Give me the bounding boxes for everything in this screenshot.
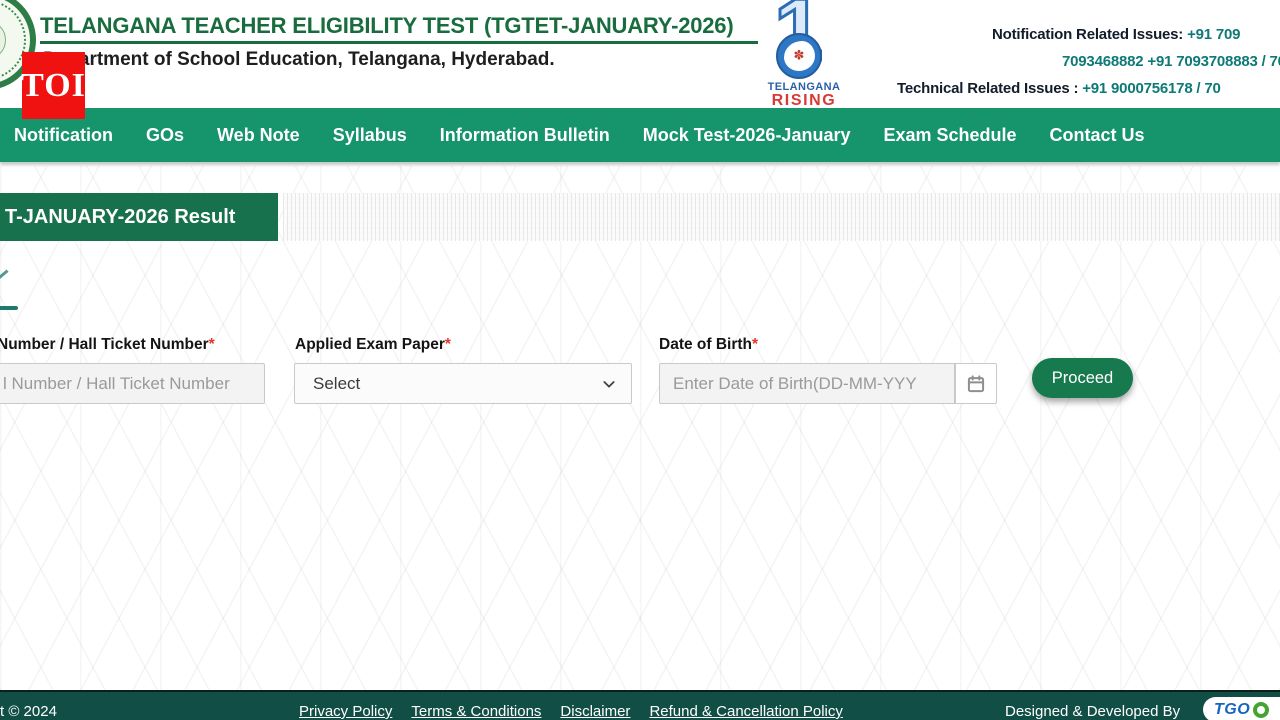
tgtet-result-page: TELANGANA TEACHER ELIGIBILITY TEST (TGTE… — [0, 0, 1280, 720]
page-title: TELANGANA TEACHER ELIGIBILITY TEST (TGTE… — [40, 13, 733, 39]
contact-line-numbers: 7093468882 +91 7093708883 / 709 — [1062, 53, 1280, 70]
result-banner: T-JANUARY-2026 Result — [0, 193, 278, 241]
nav-item-exam-schedule[interactable]: Exam Schedule — [883, 125, 1016, 146]
dob-label-text: Date of Birth — [659, 336, 752, 353]
contact-phone: +91 709 — [1183, 26, 1240, 43]
footer-link-disclaimer[interactable]: Disclaimer — [560, 703, 630, 720]
page-subtitle: Department of School Education, Telangan… — [43, 49, 555, 71]
nav-item-contact-us[interactable]: Contact Us — [1050, 125, 1145, 146]
contact-phone: 7093468882 +91 7093708883 / 709 — [1062, 53, 1280, 70]
proceed-button[interactable]: Proceed — [1032, 358, 1133, 398]
contact-label: Notification Related Issues: — [992, 26, 1183, 43]
exam-paper-label-text: Applied Exam Paper — [295, 336, 445, 353]
exam-paper-label: Applied Exam Paper* — [295, 336, 451, 354]
header: TELANGANA TEACHER ELIGIBILITY TEST (TGTE… — [0, 0, 1280, 108]
hall-ticket-input[interactable] — [0, 363, 265, 404]
hall-ticket-label: Number / Hall Ticket Number* — [0, 336, 215, 354]
exam-paper-selected-value: Select — [313, 374, 601, 394]
required-asterisk: * — [209, 336, 215, 353]
nav-item-web-note[interactable]: Web Note — [217, 125, 300, 146]
exam-paper-select[interactable]: Select — [294, 363, 632, 404]
hall-ticket-label-text: Number / Hall Ticket Number — [0, 336, 209, 353]
nav-item-information-bulletin[interactable]: Information Bulletin — [440, 125, 610, 146]
footer-link-terms-conditions[interactable]: Terms & Conditions — [411, 703, 541, 720]
tgo-ring-icon — [1253, 702, 1269, 718]
contact-phone: +91 9000756178 / 70 — [1078, 80, 1220, 97]
required-asterisk: * — [445, 336, 451, 353]
contact-line-notification: Notification Related Issues: +91 709 — [992, 26, 1240, 43]
background-pattern — [0, 166, 1280, 690]
banner-texture-strip — [283, 193, 1280, 241]
copyright-text: t © 2024 — [0, 703, 57, 720]
calendar-icon — [966, 374, 986, 394]
dob-input[interactable] — [659, 363, 955, 404]
nav-item-mock-test[interactable]: Mock Test-2026-January — [643, 125, 851, 146]
nav-item-syllabus[interactable]: Syllabus — [333, 125, 407, 146]
footer-link-refund-cancellation[interactable]: Refund & Cancellation Policy — [649, 703, 842, 720]
title-underline — [40, 41, 758, 44]
telangana-rising-logo: 1 ✽ TELANGANA RISING — [758, 0, 850, 106]
footer-link-privacy-policy[interactable]: Privacy Policy — [299, 703, 392, 720]
footer-links: Privacy Policy Terms & Conditions Discla… — [299, 703, 843, 720]
contact-label: Technical Related Issues : — [897, 80, 1078, 97]
footer: t © 2024 Privacy Policy Terms & Conditio… — [0, 690, 1280, 720]
nav-item-notification[interactable]: Notification — [14, 125, 113, 146]
dob-calendar-button[interactable] — [955, 363, 997, 404]
section-underline — [0, 306, 18, 310]
globe-icon: ✽ — [776, 33, 822, 79]
contact-line-technical: Technical Related Issues : +91 900075617… — [897, 80, 1221, 97]
toi-watermark-badge: TOI — [22, 52, 85, 119]
nav-item-gos[interactable]: GOs — [146, 125, 184, 146]
main-nav: Notification GOs Web Note Syllabus Infor… — [0, 108, 1280, 162]
tgo-logo-text: TGO — [1214, 701, 1250, 719]
tgo-logo[interactable]: TGO — [1203, 697, 1280, 720]
credit-text: Designed & Developed By — [1005, 703, 1180, 720]
required-asterisk: * — [752, 336, 758, 353]
flower-icon: ✽ — [794, 48, 805, 64]
chevron-down-icon — [601, 376, 617, 392]
dob-label: Date of Birth* — [659, 336, 758, 354]
